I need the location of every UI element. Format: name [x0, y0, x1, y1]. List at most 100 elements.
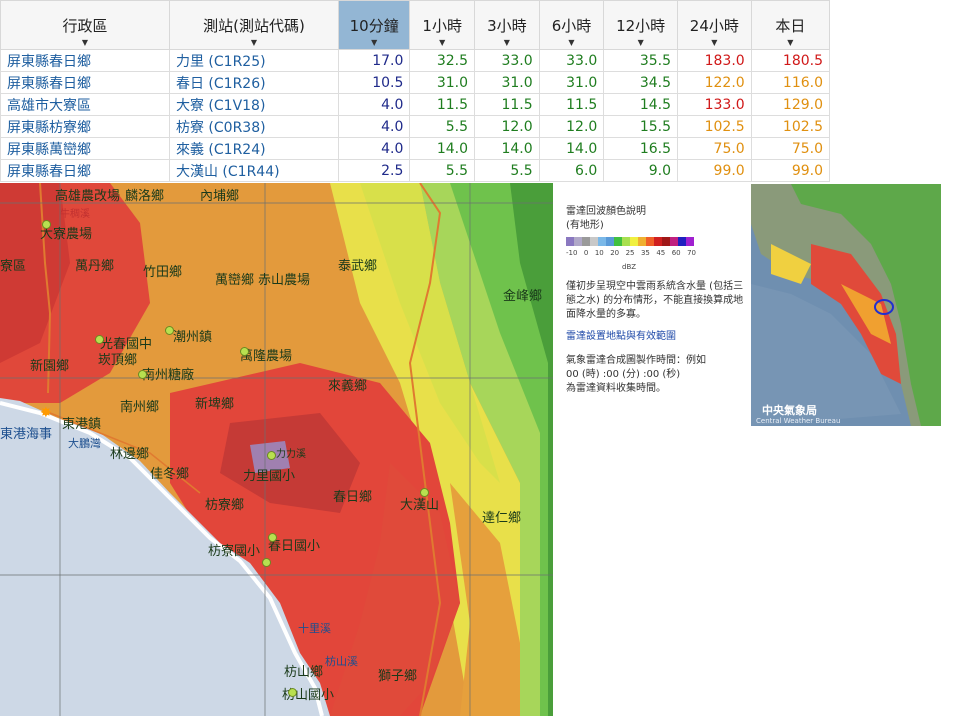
value-3h: 31.0 — [474, 71, 540, 94]
col-header-6h[interactable]: 6小時 ▼ — [538, 0, 605, 50]
map-label: 達仁鄉 — [482, 511, 522, 526]
value-6h: 14.0 — [538, 137, 605, 160]
map-label: 十里溪 — [298, 622, 331, 635]
value-10min: 17.0 — [337, 49, 411, 72]
col-header-today[interactable]: 本日 ▼ — [750, 0, 831, 50]
radar-thumbnail[interactable] — [751, 184, 941, 426]
map-label: 大漢山 — [400, 498, 440, 513]
station-marker[interactable] — [267, 451, 276, 460]
map-label: 枋寮鄉 — [205, 498, 245, 513]
radar-legend: 雷達回波顏色說明 (有地形) -10 0 10 20 25 35 45 60 7… — [566, 205, 746, 396]
station-marker[interactable] — [95, 335, 104, 344]
map-label: 大鵬灣 — [68, 437, 101, 450]
region-cell: 屏東縣春日鄉 — [0, 159, 170, 182]
value-6h: 33.0 — [538, 49, 605, 72]
value-12h: 15.5 — [603, 115, 678, 138]
map-label: 來義鄉 — [328, 379, 368, 394]
station-marker[interactable] — [240, 347, 249, 356]
value-3h: 5.5 — [474, 159, 540, 182]
value-24h: 75.0 — [677, 137, 752, 160]
region-cell: 屏東縣春日鄉 — [0, 71, 170, 94]
station-marker[interactable] — [268, 533, 277, 542]
legend-unit: dBZ — [622, 263, 637, 271]
table-row: 高雄市大寮區 大寮 (C1V18) 4.0 11.5 11.5 11.5 14.… — [0, 93, 831, 116]
station-link[interactable]: 來義 (C1R24) — [168, 137, 339, 160]
value-today: 180.5 — [750, 49, 831, 72]
map-label: 枋寮國小 — [208, 544, 261, 559]
map-label: 寮區 — [0, 259, 27, 274]
value-1h: 5.5 — [409, 115, 476, 138]
value-3h: 12.0 — [474, 115, 540, 138]
map-label: 枋山鄉 — [284, 665, 324, 680]
station-link[interactable]: 大漢山 (C1R44) — [168, 159, 339, 182]
station-link[interactable]: 大寮 (C1V18) — [168, 93, 339, 116]
value-1h: 11.5 — [409, 93, 476, 116]
value-3h: 11.5 — [474, 93, 540, 116]
sort-arrow-icon: ▼ — [711, 38, 718, 47]
value-today: 102.5 — [750, 115, 831, 138]
legend-subtitle: (有地形) — [566, 220, 604, 231]
map-label: 春日鄉 — [333, 490, 373, 505]
legend-desc-3: 為雷達資料收集時間。 — [566, 383, 666, 394]
port-icon: ✸ — [40, 405, 52, 421]
value-1h: 14.0 — [409, 137, 476, 160]
region-cell: 屏東縣枋寮鄉 — [0, 115, 170, 138]
sort-arrow-icon: ▼ — [81, 38, 89, 47]
station-link[interactable]: 力里 (C1R25) — [168, 49, 339, 72]
value-today: 129.0 — [750, 93, 831, 116]
thumbnail-image — [751, 184, 941, 426]
station-marker[interactable] — [262, 558, 271, 567]
map-label: 金峰鄉 — [503, 289, 543, 304]
sort-arrow-icon: ▼ — [503, 38, 510, 47]
map-label: 崁頂鄉 — [98, 353, 138, 368]
table-header-row: 行政區 ▼ 測站(測站代碼) ▼ 10分鐘 ▼ 1小時 ▼ 3小時 ▼ 6小時 ▼ 12小時… — [0, 0, 831, 50]
region-cell: 屏東縣春日鄉 — [0, 49, 170, 72]
table-row: 屏東縣萬巒鄉 來義 (C1R24) 4.0 14.0 14.0 14.0 16.… — [0, 137, 831, 160]
radar-range-link[interactable]: 雷達設置地點與有效範圍 — [566, 330, 746, 344]
map-label: 東港鎮 — [62, 417, 102, 432]
col-header-region[interactable]: 行政區 ▼ — [0, 0, 170, 50]
value-today: 116.0 — [750, 71, 831, 94]
sort-arrow-icon: ▼ — [250, 38, 258, 47]
sort-arrow-icon: ▼ — [568, 38, 575, 47]
map-label: 牛稠溪 — [60, 209, 90, 220]
station-marker[interactable] — [138, 370, 147, 379]
map-label: 林邊鄉 — [110, 447, 150, 462]
map-label: 新園鄉 — [30, 359, 70, 374]
station-link[interactable]: 春日 (C1R26) — [168, 71, 339, 94]
value-12h: 34.5 — [603, 71, 678, 94]
map-label: 南州糖廠 — [142, 368, 195, 383]
map-label: 萬巒鄉 — [215, 273, 255, 288]
radar-map[interactable]: 高雄農改場 麟洛鄉 內埔鄉 牛稠溪 大寮農場 寮區 萬丹鄉 竹田鄉 萬巒鄉 赤山… — [0, 183, 553, 716]
station-marker[interactable] — [165, 326, 174, 335]
value-24h: 122.0 — [677, 71, 752, 94]
value-3h: 14.0 — [474, 137, 540, 160]
sort-arrow-icon: ▼ — [371, 38, 378, 47]
legend-desc-1: 氣象雷達合成圖製作時間：例如 — [566, 355, 706, 366]
col-header-24h[interactable]: 24小時 ▼ — [677, 0, 752, 50]
value-1h: 31.0 — [409, 71, 476, 94]
legend-ticks: -10 0 10 20 25 35 45 60 70 — [566, 249, 696, 257]
sort-arrow-icon: ▼ — [637, 38, 644, 47]
station-marker[interactable] — [288, 688, 297, 697]
map-label: 潮州鎮 — [173, 330, 213, 345]
map-label: 竹田鄉 — [143, 265, 183, 280]
col-header-1h[interactable]: 1小時 ▼ — [409, 0, 476, 50]
sort-arrow-icon: ▼ — [787, 38, 794, 47]
col-header-3h[interactable]: 3小時 ▼ — [474, 0, 540, 50]
value-3h: 33.0 — [474, 49, 540, 72]
value-today: 99.0 — [750, 159, 831, 182]
value-10min: 2.5 — [337, 159, 411, 182]
station-marker[interactable] — [420, 488, 429, 497]
col-header-station[interactable]: 測站(測站代碼) ▼ — [168, 0, 339, 50]
station-link[interactable]: 枋寮 (C0R38) — [168, 115, 339, 138]
value-10min: 4.0 — [337, 93, 411, 116]
map-label: 高雄農改場 — [55, 189, 121, 204]
col-header-12h[interactable]: 12小時 ▼ — [603, 0, 678, 50]
col-header-10min[interactable]: 10分鐘 ▼ — [337, 0, 411, 50]
region-cell: 高雄市大寮區 — [0, 93, 170, 116]
sort-arrow-icon: ▼ — [439, 38, 446, 47]
station-marker[interactable] — [42, 220, 51, 229]
value-12h: 9.0 — [603, 159, 678, 182]
value-10min: 4.0 — [337, 137, 411, 160]
